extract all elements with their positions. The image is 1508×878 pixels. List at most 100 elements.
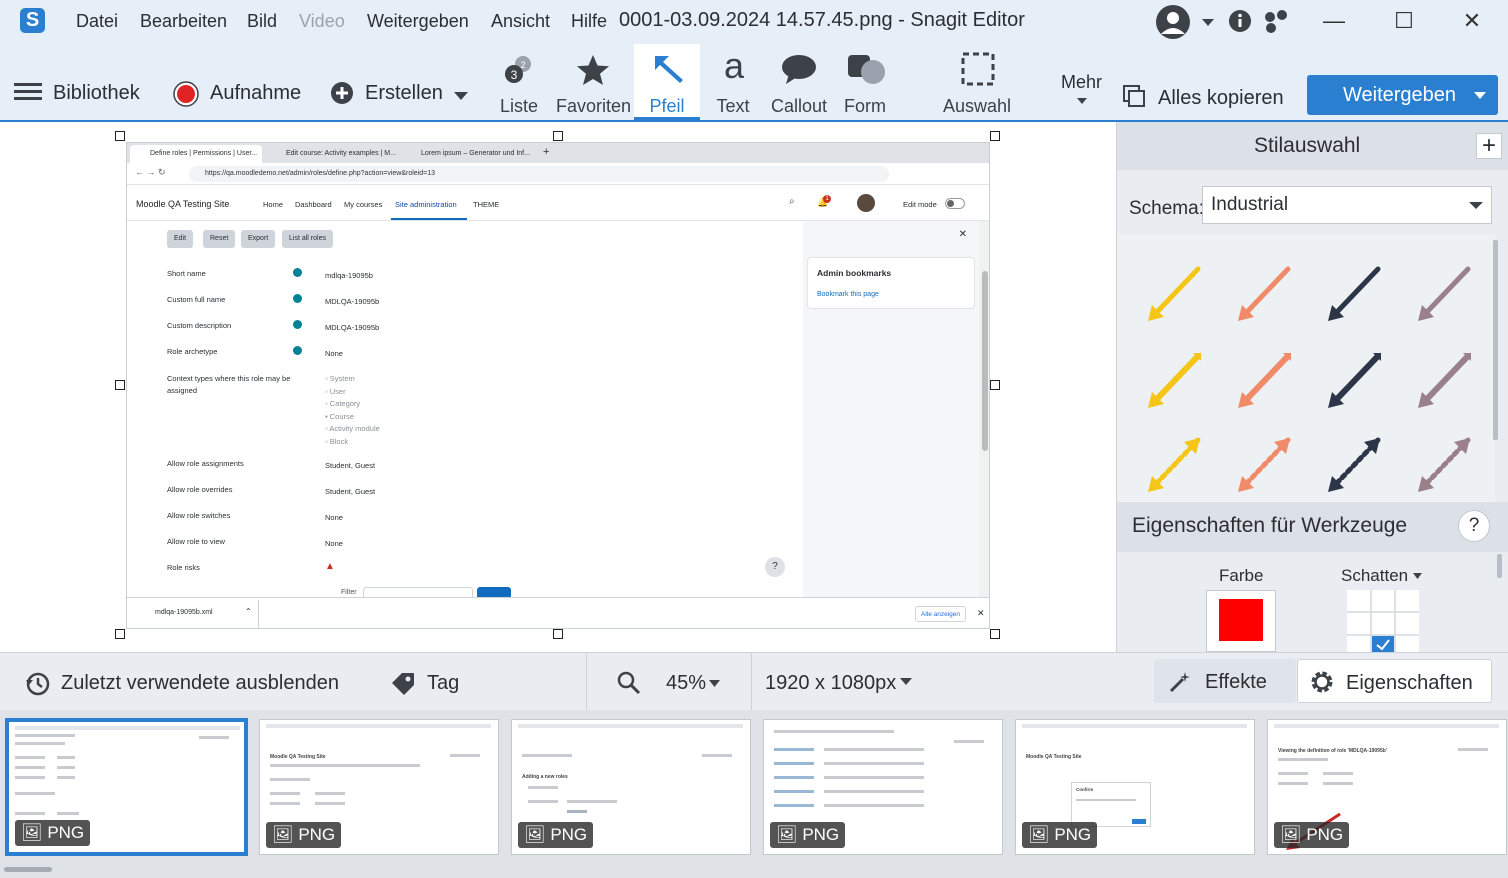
schema-select[interactable]: Industrial — [1202, 186, 1492, 224]
create-plus-icon[interactable] — [330, 81, 354, 110]
context-checkbox[interactable]: ▫ System — [325, 373, 380, 386]
resize-handle[interactable] — [990, 380, 1000, 390]
user-avatar[interactable] — [857, 194, 875, 212]
list-all-roles-button[interactable]: List all roles — [282, 230, 333, 248]
more-tools-button[interactable]: Mehr — [1061, 72, 1102, 93]
download-item[interactable]: mdlqa-19095b.xml ⌃ — [131, 600, 259, 628]
share-dropdown-icon[interactable] — [1474, 91, 1486, 100]
community-icon[interactable] — [1263, 9, 1289, 38]
tool-selection[interactable]: Auswahl — [940, 44, 1014, 120]
arrow-style-swatch[interactable] — [1238, 437, 1291, 492]
page-scrollbar[interactable] — [979, 221, 989, 597]
browser-tab[interactable]: Lorem ipsum – Generator und Inf... — [405, 145, 535, 163]
thumbnail[interactable]: Adding a new roles 🖼 PNG — [511, 719, 751, 855]
address-bar[interactable]: https://qa.moodledemo.net/admin/roles/de… — [189, 166, 889, 182]
tray-scrollbar[interactable] — [4, 867, 52, 872]
edit-button[interactable]: Edit — [167, 230, 194, 248]
arrow-style-swatch[interactable] — [1418, 266, 1471, 321]
arrow-style-swatch[interactable] — [1148, 437, 1201, 492]
create-dropdown-icon[interactable] — [454, 88, 468, 106]
help-icon[interactable] — [293, 268, 302, 277]
help-icon[interactable] — [293, 346, 302, 355]
zoom-level[interactable]: 45% — [666, 672, 706, 695]
menu-bearbeiten[interactable]: Bearbeiten — [140, 11, 227, 32]
capture-button[interactable]: Aufnahme — [210, 82, 301, 105]
shadow-label[interactable]: Schatten — [1341, 566, 1408, 586]
arrow-style-swatch[interactable] — [1238, 353, 1291, 408]
help-bubble-icon[interactable]: ? — [765, 557, 785, 577]
resize-handle[interactable] — [553, 131, 563, 141]
resize-handle[interactable] — [553, 629, 563, 639]
zoom-dropdown-icon[interactable] — [709, 679, 720, 687]
arrow-style-swatch[interactable] — [1328, 353, 1381, 408]
reset-button[interactable]: Reset — [203, 230, 236, 248]
context-checkbox[interactable]: ▫ Category — [325, 398, 380, 411]
thumbnail[interactable]: Moodle QA Testing Site 🖼 PNG — [259, 719, 499, 855]
color-swatch-button[interactable] — [1206, 590, 1276, 652]
arrow-style-swatch[interactable] — [1418, 437, 1471, 492]
effects-tab[interactable]: Effekte — [1154, 659, 1296, 703]
style-scrollbar[interactable] — [1493, 240, 1498, 440]
menu-bild[interactable]: Bild — [247, 11, 277, 32]
export-button[interactable]: Export — [241, 230, 276, 248]
screenshot-image[interactable]: Define roles | Permissions | User... Edi… — [126, 142, 990, 629]
image-dimensions[interactable]: 1920 x 1080px — [765, 672, 896, 695]
show-all-downloads-button[interactable]: Alle anzeigen — [915, 606, 967, 622]
arrow-style-swatch[interactable] — [1328, 266, 1381, 321]
arrow-style-swatch[interactable] — [1148, 353, 1201, 408]
arrow-styles[interactable] — [1117, 234, 1495, 502]
tool-text[interactable]: a Text — [708, 44, 758, 120]
copy-all-button[interactable]: Alles kopieren — [1158, 87, 1284, 110]
shadow-dropdown-icon[interactable] — [1413, 573, 1422, 579]
more-dropdown-icon[interactable] — [1077, 92, 1087, 110]
share-button[interactable]: Weitergeben — [1307, 75, 1498, 115]
account-icon[interactable] — [1155, 4, 1191, 45]
tool-step-list[interactable]: 32 Liste — [494, 44, 544, 120]
menu-datei[interactable]: Datei — [76, 11, 118, 32]
info-icon[interactable] — [1228, 9, 1252, 38]
context-checkbox[interactable]: ▫ Activity module — [325, 423, 380, 436]
arrow-style-swatch[interactable] — [1418, 353, 1471, 408]
library-button[interactable]: Bibliothek — [53, 82, 140, 105]
chevron-up-icon[interactable]: ⌃ — [245, 607, 252, 616]
menu-hilfe[interactable]: Hilfe — [571, 11, 607, 32]
hamburger-icon[interactable] — [14, 81, 42, 108]
nav-dashboard[interactable]: Dashboard — [295, 200, 332, 209]
site-name[interactable]: Moodle QA Testing Site — [136, 199, 229, 209]
context-checkbox[interactable]: ▫ User — [325, 386, 380, 399]
context-checkbox[interactable]: ▫ Block — [325, 436, 380, 449]
add-style-button[interactable]: + — [1476, 133, 1502, 159]
context-checkbox[interactable]: ▪ Course — [325, 411, 380, 424]
resize-handle[interactable] — [990, 629, 1000, 639]
properties-tab[interactable]: Eigenschaften — [1297, 659, 1492, 703]
nav-theme[interactable]: THEME — [473, 200, 499, 209]
help-icon[interactable] — [293, 320, 302, 329]
resize-handle[interactable] — [115, 131, 125, 141]
minimize-button[interactable]: — — [1319, 6, 1349, 36]
resize-handle[interactable] — [990, 131, 1000, 141]
thumbnail[interactable]: Moodle QA Testing Site Confirm 🖼 PNG — [1015, 719, 1255, 855]
download-close-icon[interactable]: ✕ — [977, 608, 985, 619]
browser-tab[interactable]: Edit course: Activity examples | M... — [270, 145, 400, 163]
arrow-style-swatch[interactable] — [1148, 266, 1201, 321]
nav-home[interactable]: Home — [263, 200, 283, 209]
thumbnail-selected[interactable]: 🖼 PNG — [5, 718, 248, 856]
drawer-close-icon[interactable]: ✕ — [959, 229, 967, 240]
tool-shape[interactable]: Form — [840, 44, 890, 120]
shadow-grid[interactable] — [1347, 590, 1419, 652]
browser-tab[interactable]: Define roles | Permissions | User... — [130, 145, 262, 163]
dimensions-dropdown-icon[interactable] — [900, 677, 912, 685]
record-icon[interactable] — [173, 81, 199, 112]
create-button[interactable]: Erstellen — [365, 82, 443, 105]
help-button[interactable]: ? — [1458, 510, 1490, 542]
resize-handle[interactable] — [115, 380, 125, 390]
properties-scrollbar[interactable] — [1497, 554, 1502, 578]
bookmark-link[interactable]: Bookmark this page — [817, 291, 879, 298]
search-icon[interactable]: ⌕ — [789, 196, 795, 207]
thumbnail[interactable]: 🖼 PNG — [763, 719, 1003, 855]
hide-recent-button[interactable]: Zuletzt verwendete ausblenden — [61, 672, 339, 695]
tool-callout[interactable]: Callout — [768, 44, 830, 120]
tool-favorites[interactable]: Favoriten — [556, 44, 631, 120]
arrow-style-swatch[interactable] — [1328, 437, 1381, 492]
back-icon[interactable]: ← → ↻ — [135, 167, 166, 178]
